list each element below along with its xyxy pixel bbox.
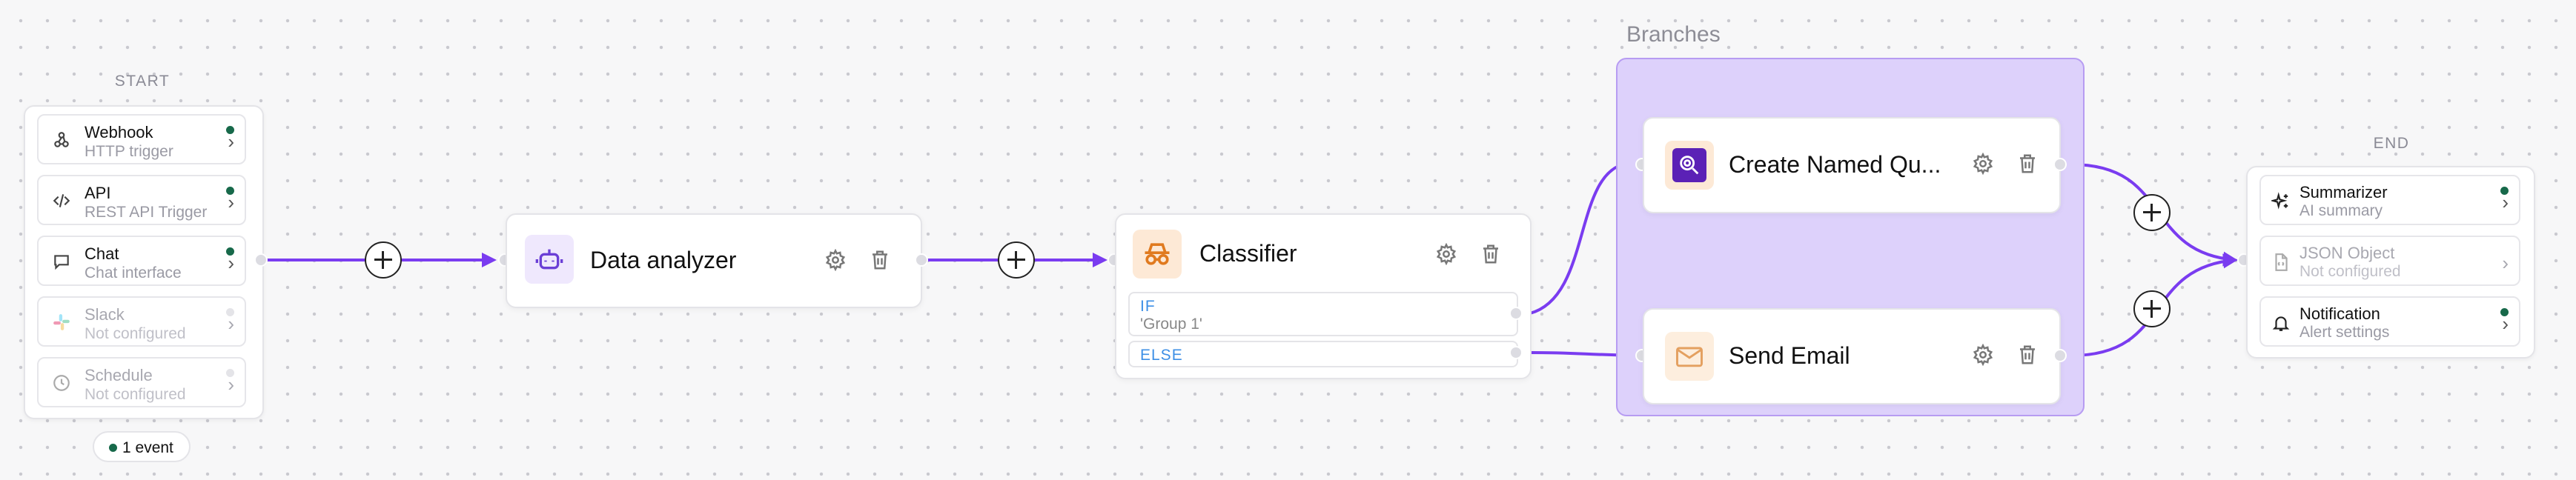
end-label: END	[2373, 135, 2410, 152]
add-step-button[interactable]	[2133, 194, 2171, 231]
gear-icon[interactable]	[824, 249, 847, 271]
event-badge[interactable]: 1 event	[93, 431, 191, 462]
code-icon	[53, 194, 70, 207]
node-title: Classifier	[1199, 240, 1297, 267]
node-create-named-query[interactable]: Create Named Qu...	[1643, 117, 2061, 213]
node-icon-box	[1665, 141, 1714, 190]
trigger-name: API	[85, 184, 111, 202]
chevron-right-icon: ›	[228, 191, 234, 213]
node-icon-box	[525, 235, 574, 284]
webhook-icon	[54, 132, 69, 147]
chevron-right-icon: ›	[228, 373, 234, 396]
event-count: 1 event	[122, 439, 173, 456]
output-handle[interactable]	[2053, 158, 2067, 171]
trigger-name: Schedule	[85, 366, 153, 384]
trigger-chat[interactable]: Chat Chat interface ›	[37, 236, 246, 286]
trigger-webhook[interactable]: Webhook HTTP trigger ›	[37, 114, 246, 164]
gear-icon[interactable]	[1972, 153, 1994, 175]
clock-icon	[53, 375, 70, 391]
trash-icon[interactable]	[869, 249, 891, 271]
gear-icon[interactable]	[1435, 243, 1457, 265]
node-send-email[interactable]: Send Email	[1643, 308, 2061, 404]
else-output-handle[interactable]	[1509, 346, 1523, 359]
node-title: Create Named Qu...	[1729, 151, 1941, 178]
chevron-right-icon: ›	[228, 130, 234, 153]
search-query-icon	[1672, 148, 1706, 182]
start-panel: Webhook HTTP trigger › API REST API Trig…	[24, 105, 264, 419]
trigger-sub: HTTP trigger	[85, 143, 173, 160]
gear-icon[interactable]	[1972, 344, 1994, 366]
output-name: Notification	[2299, 304, 2380, 323]
output-handle[interactable]	[915, 253, 928, 267]
trigger-schedule[interactable]: Schedule Not configured ›	[37, 357, 246, 407]
chevron-right-icon: ›	[228, 252, 234, 274]
chevron-right-icon: ›	[2502, 252, 2509, 274]
output-sub: AI summary	[2299, 202, 2383, 219]
json-file-icon	[2275, 253, 2288, 271]
condition-keyword: IF	[1140, 298, 1156, 315]
node-icon-box	[1133, 230, 1182, 279]
add-step-button[interactable]	[998, 241, 1035, 279]
condition-if-row[interactable]: IF 'Group 1'	[1128, 292, 1518, 336]
bell-icon	[2272, 316, 2290, 331]
node-title: Send Email	[1729, 342, 1850, 369]
end-panel: Summarizer AI summary › JSON Object Not …	[2246, 166, 2535, 359]
condition-else-row[interactable]: ELSE	[1128, 341, 1518, 367]
output-notification[interactable]: Notification Alert settings ›	[2259, 296, 2520, 347]
chevron-right-icon: ›	[228, 313, 234, 335]
spy-icon	[1145, 243, 1170, 265]
trigger-name: Webhook	[85, 123, 153, 141]
node-icon-box	[1665, 332, 1714, 381]
workflow-canvas[interactable]: START Webhook HTTP trigger › API REST AP…	[0, 0, 2576, 480]
trigger-name: Slack	[85, 305, 125, 324]
condition-value: 'Group 1'	[1140, 316, 1202, 333]
output-sub: Not configured	[2299, 263, 2401, 280]
output-name: Summarizer	[2299, 183, 2388, 201]
output-summarizer[interactable]: Summarizer AI summary ›	[2259, 175, 2520, 225]
add-step-button[interactable]	[365, 241, 402, 279]
envelope-icon	[1676, 347, 1703, 367]
start-output-handle[interactable]	[254, 253, 268, 267]
status-dot	[109, 444, 117, 452]
trigger-sub: Not configured	[85, 386, 186, 403]
robot-icon	[535, 249, 563, 270]
output-sub: Alert settings	[2299, 324, 2390, 341]
node-data-analyzer[interactable]: Data analyzer	[506, 213, 922, 308]
trash-icon[interactable]	[2016, 344, 2039, 366]
node-classifier[interactable]: Classifier IF 'Group 1' ELSE	[1115, 213, 1532, 379]
trigger-sub: Not configured	[85, 325, 186, 342]
sparkles-icon	[2271, 192, 2288, 210]
trash-icon[interactable]	[1480, 243, 1502, 265]
trigger-name: Chat	[85, 244, 119, 263]
trigger-sub: REST API Trigger	[85, 204, 208, 221]
trash-icon[interactable]	[2016, 153, 2039, 175]
if-output-handle[interactable]	[1509, 307, 1523, 320]
slack-icon	[53, 314, 70, 330]
chevron-right-icon: ›	[2502, 191, 2509, 213]
trigger-api[interactable]: API REST API Trigger ›	[37, 175, 246, 225]
output-handle[interactable]	[2053, 349, 2067, 362]
trigger-slack[interactable]: Slack Not configured ›	[37, 296, 246, 347]
condition-keyword: ELSE	[1140, 347, 1183, 364]
node-title: Data analyzer	[590, 247, 737, 273]
add-step-button[interactable]	[2133, 290, 2171, 327]
output-name: JSON Object	[2299, 244, 2395, 262]
trigger-sub: Chat interface	[85, 264, 182, 281]
chat-bubble-icon	[54, 255, 69, 270]
start-label: START	[114, 73, 170, 90]
branches-label: Branches	[1626, 22, 1721, 47]
chevron-right-icon: ›	[2502, 313, 2509, 335]
output-json-object[interactable]: JSON Object Not configured ›	[2259, 236, 2520, 286]
